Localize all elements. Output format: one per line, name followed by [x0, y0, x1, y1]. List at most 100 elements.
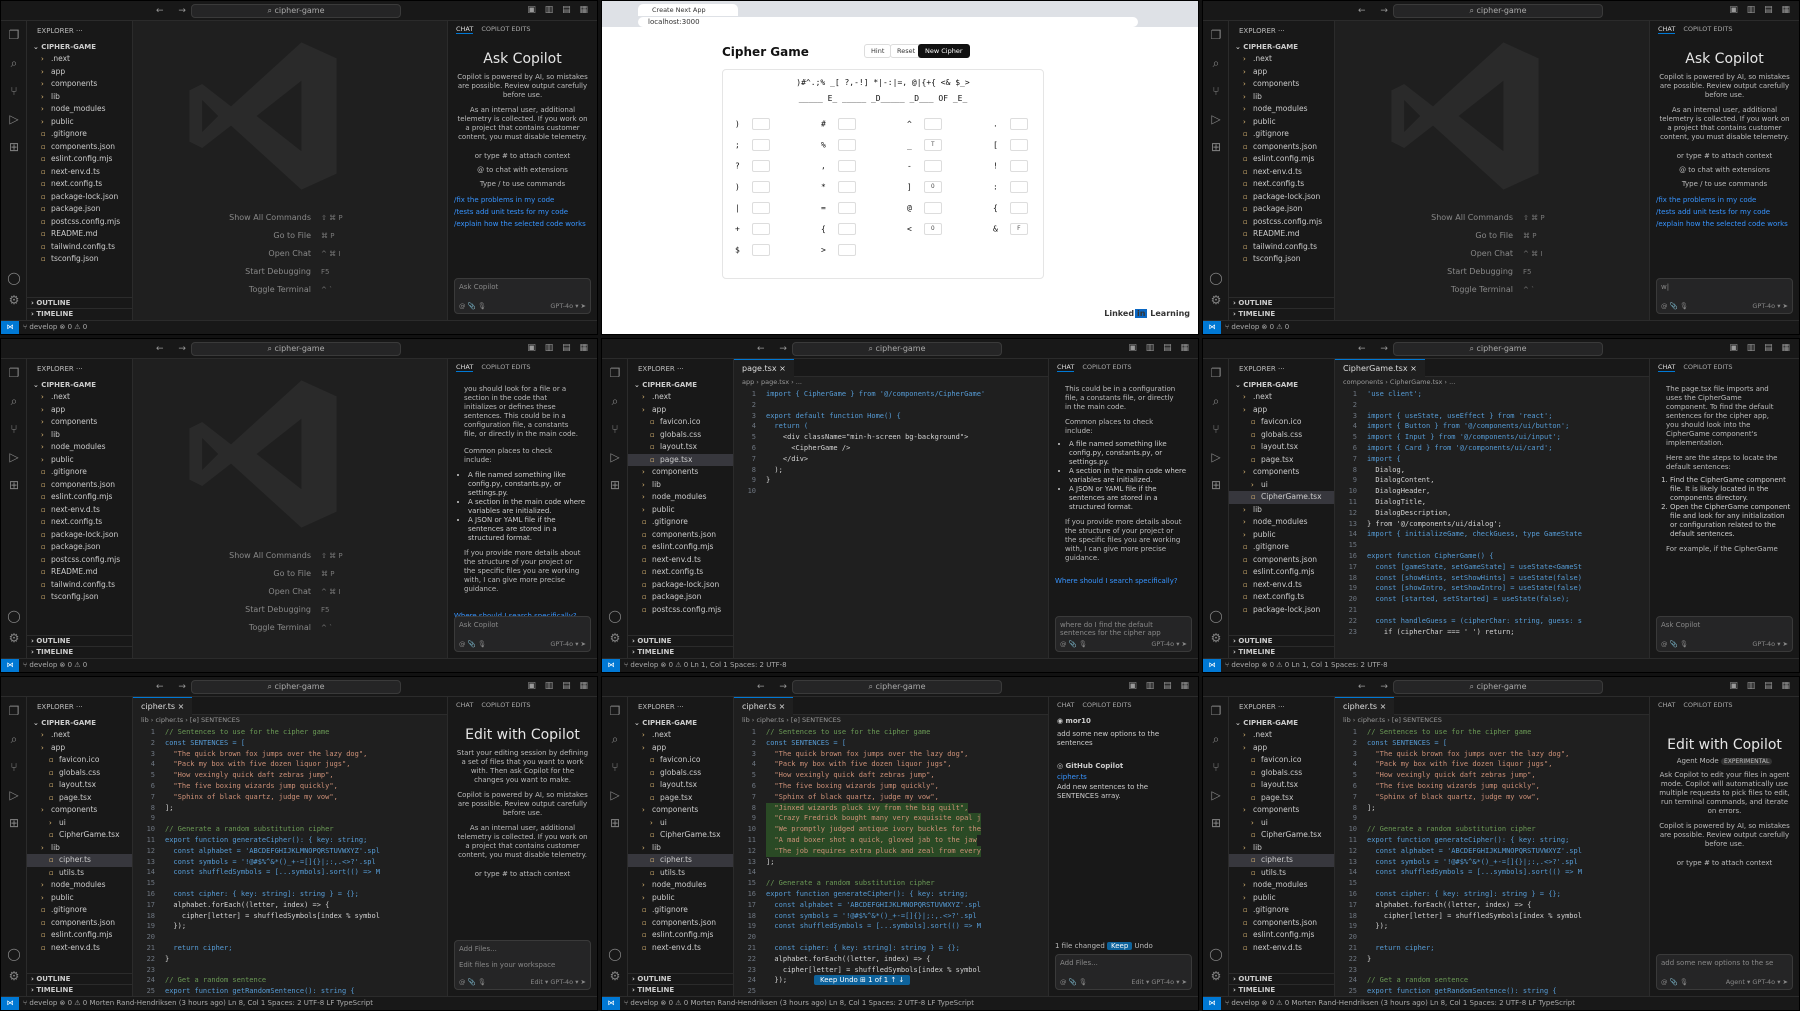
guess-input[interactable] [837, 139, 856, 151]
file-tree-item[interactable]: ▫ CipherGame.tsx [1229, 491, 1334, 504]
run-debug-icon[interactable]: ▷ [1203, 105, 1229, 133]
undo-button[interactable]: Undo [1132, 942, 1153, 950]
layout-icons[interactable]: ▣ ▥ ▤ ▦ [1128, 681, 1192, 691]
file-tree-item[interactable]: ▫ tailwind.config.ts [27, 241, 132, 254]
remote-indicator-icon[interactable]: ⋈ [1, 997, 19, 1010]
model-picker[interactable]: GPT-4o ▾ ➤ [1752, 302, 1788, 310]
file-tree-item[interactable]: › components [27, 804, 132, 817]
command-center-search[interactable]: ⌕ cipher-game [191, 342, 401, 356]
source-control-icon[interactable]: ⑂ [1203, 415, 1229, 443]
suggestion-fix[interactable]: /fix the problems in my code [1650, 194, 1799, 206]
run-debug-icon[interactable]: ▷ [602, 443, 628, 471]
file-tree-item[interactable]: ▫ postcss.config.mjs [27, 216, 132, 229]
file-tree-item[interactable]: ▫ layout.tsx [628, 779, 733, 792]
file-tree-item[interactable]: › app [27, 742, 132, 755]
file-tree-item[interactable]: ▫ .gitignore [628, 904, 733, 917]
status-branch[interactable]: ⑂ develop [23, 999, 60, 1007]
layout-icons[interactable]: ▣ ▥ ▤ ▦ [1729, 343, 1793, 353]
attach-icons[interactable]: @ 📎 🎙 [1661, 978, 1688, 986]
language-mode[interactable]: TypeScript [1539, 999, 1575, 1007]
guess-input[interactable] [837, 223, 856, 235]
file-tree-item[interactable]: › lib [1229, 91, 1334, 104]
layout-icons[interactable]: ▣ ▥ ▤ ▦ [1729, 681, 1793, 691]
status-problems[interactable]: ⊗ 0 ⚠ 0 [1262, 999, 1290, 1007]
file-tree-item[interactable]: ▫ next-env.d.ts [27, 504, 132, 517]
inline-keep-undo-bar[interactable]: Keep Undo ⊞ 1 of 1 ↑ ↓ [814, 975, 911, 985]
file-tree-item[interactable]: ▫ eslint.config.mjs [27, 929, 132, 942]
file-tree-item[interactable]: › components [1229, 466, 1334, 479]
file-tree-item[interactable]: ▫ globals.css [1229, 429, 1334, 442]
files-icon[interactable]: ❐ [1, 697, 27, 725]
file-tree-item[interactable]: › lib [628, 842, 733, 855]
file-tree-item[interactable]: › .next [27, 391, 132, 404]
settings-gear-icon[interactable]: ⚙ [1203, 962, 1229, 990]
timeline-section[interactable]: › TIMELINE [628, 646, 733, 658]
cursor-position[interactable]: Ln 8, Col 1 [228, 999, 267, 1007]
file-tree-item[interactable]: ▫ favicon.ico [27, 754, 132, 767]
nav-arrows[interactable]: ← → [757, 344, 793, 354]
browser-tab[interactable]: Create Next App [638, 4, 738, 16]
file-tree-item[interactable]: ▫ page.tsx [1229, 454, 1334, 467]
attach-icons[interactable]: @ 📎 🎙 [459, 978, 486, 986]
file-tree-item[interactable]: ▫ .gitignore [628, 516, 733, 529]
status-branch[interactable]: ⑂ develop [1225, 661, 1262, 669]
breadcrumb[interactable]: lib › cipher.ts › [e] SENTENCES [734, 715, 1048, 726]
file-tree-item[interactable]: › lib [27, 429, 132, 442]
file-tree-item[interactable]: ▫ eslint.config.mjs [1229, 929, 1334, 942]
timeline-section[interactable]: › TIMELINE [628, 984, 733, 996]
file-tree-item[interactable]: › app [628, 404, 733, 417]
guess-input[interactable] [751, 244, 770, 256]
status-problems[interactable]: ⊗ 0 ⚠ 0 [60, 323, 88, 331]
file-tree-item[interactable]: ▫ components.json [1229, 554, 1334, 567]
file-tree-item[interactable]: ▫ components.json [27, 141, 132, 154]
timeline-section[interactable]: › TIMELINE [27, 984, 132, 996]
file-tree-item[interactable]: ▫ package.json [27, 203, 132, 216]
keep-button[interactable]: Keep [1107, 942, 1133, 950]
attach-icons[interactable]: @ 📎 🎙 [1060, 978, 1087, 986]
guess-input[interactable] [751, 202, 770, 214]
file-tree-item[interactable]: ▫ globals.css [27, 767, 132, 780]
remote-indicator-icon[interactable]: ⋈ [602, 997, 620, 1010]
attach-icons[interactable]: @ 📎 🎙 [459, 640, 486, 648]
file-tree-item[interactable]: ▫ package.json [1229, 203, 1334, 216]
project-folder[interactable]: ⌄ CIPHER-GAME [1229, 41, 1334, 53]
file-tree-item[interactable]: ▫ next.config.ts [27, 178, 132, 191]
encoding[interactable]: UTF-8 [905, 999, 928, 1007]
encoding[interactable]: UTF-8 [1506, 999, 1529, 1007]
file-tree-item[interactable]: ▫ page.tsx [628, 453, 733, 466]
run-debug-icon[interactable]: ▷ [1, 781, 27, 809]
file-tree-item[interactable]: ▫ next.config.ts [628, 566, 733, 579]
search-icon[interactable]: ⌕ [1203, 725, 1229, 753]
status-problems[interactable]: ⊗ 0 ⚠ 0 [661, 661, 689, 669]
nav-arrows[interactable]: ← → [1358, 6, 1394, 16]
file-tree-item[interactable]: ▫ favicon.ico [1229, 754, 1334, 767]
guess-input[interactable]: T [923, 139, 942, 151]
guess-input[interactable] [751, 181, 770, 193]
file-tree-item[interactable]: ▫ cipher.ts [1229, 854, 1334, 867]
run-debug-icon[interactable]: ▷ [1, 105, 27, 133]
nav-arrows[interactable]: ← → [156, 344, 192, 354]
file-tree-item[interactable]: › public [628, 504, 733, 517]
settings-gear-icon[interactable]: ⚙ [1, 286, 27, 314]
tab-copilot-edits[interactable]: COPILOT EDITS [1683, 363, 1732, 371]
tab-copilot-edits[interactable]: COPILOT EDITS [1082, 701, 1131, 709]
files-icon[interactable]: ❐ [1, 359, 27, 387]
attach-icons[interactable]: @ 📎 🎙 [1661, 302, 1688, 310]
file-tree-item[interactable]: ▫ package-lock.json [27, 529, 132, 542]
status-branch[interactable]: ⑂ develop [23, 661, 60, 669]
file-tree-item[interactable]: ▫ globals.css [1229, 767, 1334, 780]
project-folder[interactable]: ⌄ CIPHER-GAME [628, 717, 733, 729]
file-tree-item[interactable]: ▫ eslint.config.mjs [27, 153, 132, 166]
source-control-icon[interactable]: ⑂ [1, 77, 27, 105]
file-tree-item[interactable]: ▫ package.json [628, 591, 733, 604]
guess-input[interactable] [837, 181, 856, 193]
file-tree-item[interactable]: › node_modules [1229, 879, 1334, 892]
guess-input[interactable] [837, 118, 856, 130]
editor-tab[interactable]: cipher.ts × [734, 697, 794, 716]
file-tree-item[interactable]: ▫ package-lock.json [628, 579, 733, 592]
search-icon[interactable]: ⌕ [1, 49, 27, 77]
status-branch[interactable]: ⑂ develop [23, 323, 60, 331]
status-branch[interactable]: ⑂ develop [1225, 323, 1262, 331]
suggestion-tests[interactable]: /tests add unit tests for my code [1650, 206, 1799, 218]
file-tree-item[interactable]: ▫ .gitignore [1229, 128, 1334, 141]
